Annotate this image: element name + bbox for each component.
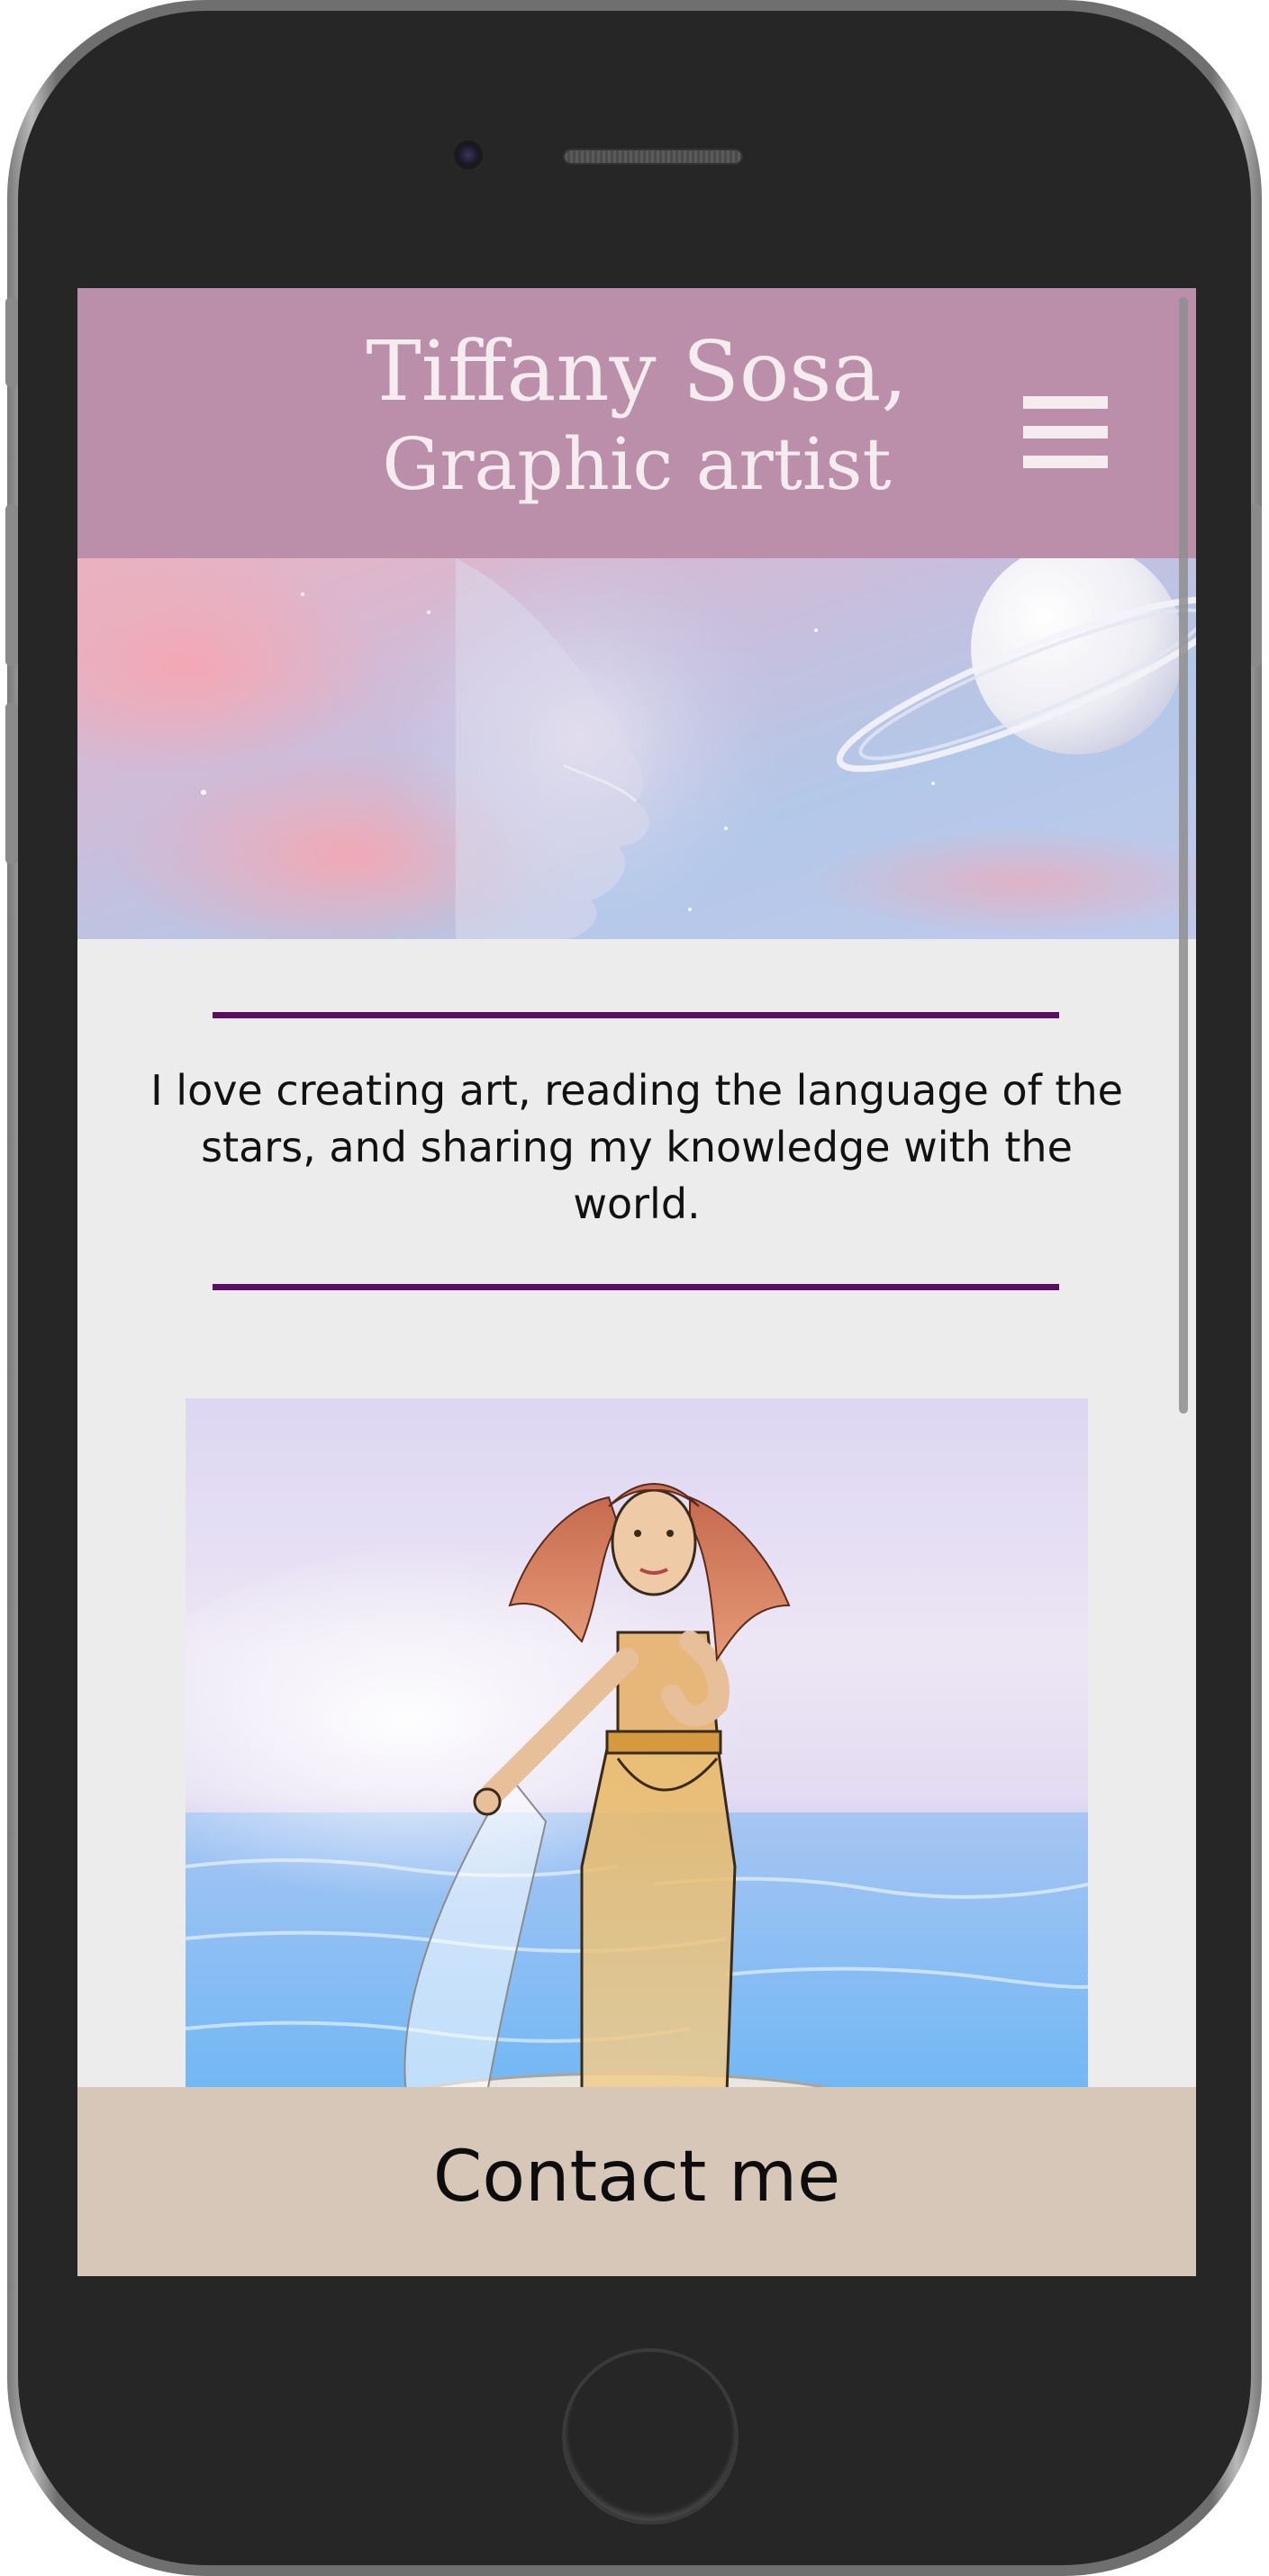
home-button bbox=[562, 2348, 739, 2525]
volume-up-button bbox=[5, 504, 18, 666]
phone-frame: Tiffany Sosa, Graphic artist I love crea… bbox=[5, 0, 1262, 2576]
hero-artwork bbox=[77, 558, 1196, 939]
front-camera-icon bbox=[454, 140, 483, 169]
contact-label: Contact me bbox=[432, 2137, 841, 2218]
divider-top bbox=[213, 1012, 1059, 1018]
intro-text: I love creating art, reading the languag… bbox=[150, 1066, 1123, 1228]
screen: Tiffany Sosa, Graphic artist I love crea… bbox=[77, 288, 1196, 2276]
menu-bar-middle bbox=[1023, 426, 1108, 438]
artwork-illustration bbox=[186, 1398, 1088, 2119]
power-button bbox=[1249, 504, 1262, 666]
mute-switch bbox=[5, 297, 18, 387]
page-scrollbar[interactable] bbox=[1179, 297, 1188, 1414]
divider-bottom bbox=[213, 1284, 1059, 1290]
menu-bar-top bbox=[1023, 396, 1108, 409]
hamburger-menu-icon[interactable] bbox=[1023, 396, 1108, 468]
site-header: Tiffany Sosa, Graphic artist bbox=[77, 288, 1196, 558]
hero-image bbox=[77, 558, 1196, 939]
contact-button[interactable]: Contact me bbox=[77, 2087, 1196, 2276]
earpiece-speaker bbox=[563, 149, 743, 165]
menu-bar-bottom bbox=[1023, 456, 1108, 468]
artwork-image bbox=[186, 1398, 1088, 2119]
volume-down-button bbox=[5, 702, 18, 864]
